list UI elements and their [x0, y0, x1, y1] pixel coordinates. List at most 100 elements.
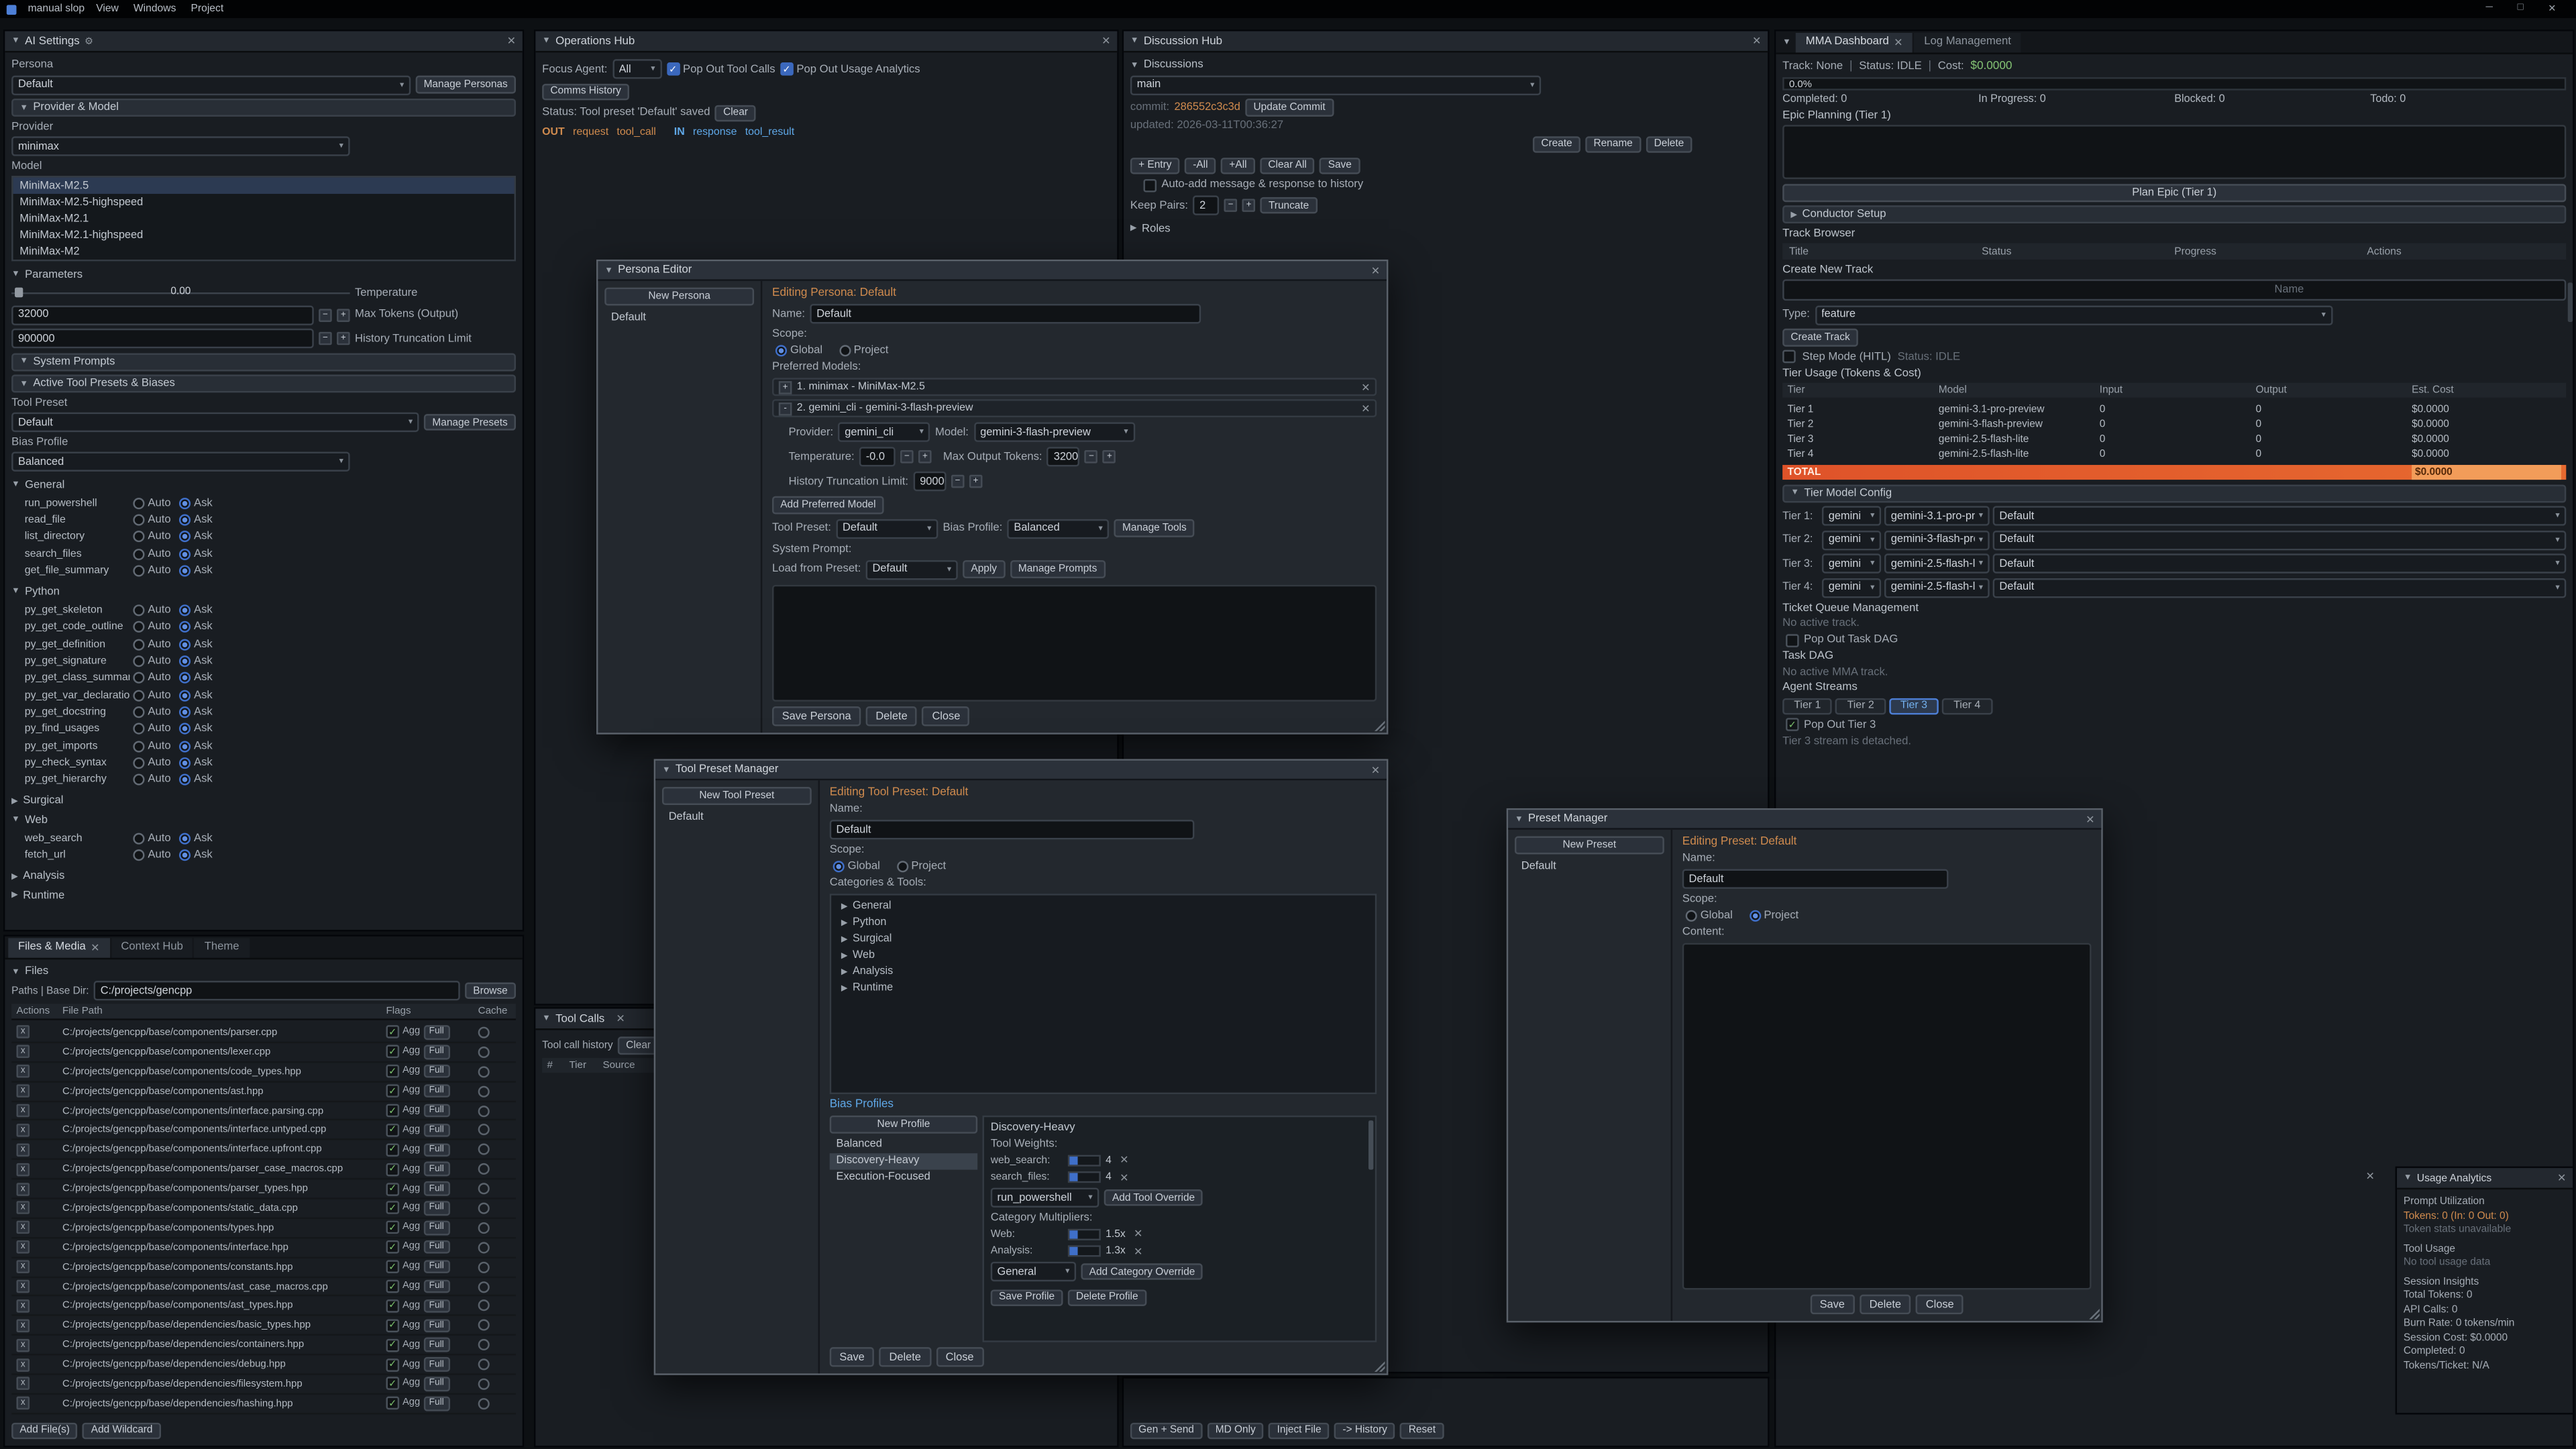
- hidden-panel-close-icon[interactable]: ✕: [2366, 1170, 2375, 1183]
- auto-add-checkbox[interactable]: [1143, 178, 1157, 192]
- cache-indicator[interactable]: [478, 1242, 490, 1253]
- menu-item[interactable]: View: [96, 3, 119, 15]
- collapse-icon[interactable]: ▼: [604, 266, 613, 276]
- auto-option[interactable]: Auto: [133, 757, 176, 768]
- bias-profile-select[interactable]: Balanced▾: [1008, 519, 1110, 538]
- tool-override-select[interactable]: run_powershell▾: [991, 1188, 1099, 1208]
- bias-profile-item[interactable]: Discovery-Heavy: [830, 1152, 977, 1169]
- agg-checkbox[interactable]: ✓: [386, 1065, 400, 1078]
- remove-icon[interactable]: ✕: [1120, 1153, 1128, 1167]
- close-icon[interactable]: ✕: [507, 34, 516, 48]
- category-node[interactable]: ▶Surgical: [835, 932, 1372, 947]
- add-files-button[interactable]: Add File(s): [11, 1422, 78, 1440]
- add-preferred-model-button[interactable]: Add Preferred Model: [772, 496, 884, 514]
- model-option[interactable]: MiniMax-M2.5-highspeed: [13, 194, 515, 210]
- ask-option[interactable]: Ask: [179, 706, 222, 718]
- manage-presets-button[interactable]: Manage Presets: [424, 414, 516, 431]
- update-commit-button[interactable]: Update Commit: [1245, 99, 1334, 116]
- step-mode-checkbox[interactable]: [1782, 350, 1796, 364]
- close-button[interactable]: Close: [922, 706, 970, 726]
- active-presets-section[interactable]: ▼Active Tool Presets & Biases: [11, 374, 516, 392]
- tier-model-config-section[interactable]: ▼Tier Model Config: [1782, 484, 2566, 502]
- legend-tool-result[interactable]: tool_result: [745, 125, 794, 137]
- agg-checkbox[interactable]: ✓: [386, 1045, 400, 1059]
- decrement-button[interactable]: −: [319, 308, 332, 321]
- full-button[interactable]: Full: [423, 1338, 449, 1352]
- scope-global-radio[interactable]: Global: [833, 861, 880, 872]
- agg-checkbox[interactable]: ✓: [386, 1085, 400, 1098]
- agg-checkbox[interactable]: ✓: [386, 1124, 400, 1137]
- new-tool-preset-button[interactable]: New Tool Preset: [662, 787, 812, 804]
- persona-name-input[interactable]: Default: [810, 304, 1201, 323]
- discussion-entry-button[interactable]: -All: [1185, 157, 1216, 174]
- category-node[interactable]: ▶General: [835, 899, 1372, 914]
- close-icon[interactable]: ✕: [2086, 812, 2094, 826]
- auto-option[interactable]: Auto: [133, 497, 176, 508]
- conductor-setup-section[interactable]: ▶Conductor Setup: [1782, 205, 2566, 223]
- agg-checkbox[interactable]: ✓: [386, 1241, 400, 1254]
- delete-button[interactable]: Delete: [1860, 1295, 1911, 1314]
- full-button[interactable]: Full: [423, 1397, 449, 1411]
- close-icon[interactable]: ✕: [91, 941, 99, 955]
- cache-indicator[interactable]: [478, 1379, 490, 1390]
- tool-preset-select[interactable]: Default▾: [11, 413, 419, 432]
- ask-option[interactable]: Ask: [179, 690, 222, 701]
- tab-context-hub[interactable]: Context Hub: [111, 937, 193, 958]
- full-button[interactable]: Full: [423, 1358, 449, 1372]
- ask-option[interactable]: Ask: [179, 672, 222, 684]
- tier-model-select[interactable]: gemini-2.5-flash-lite▾: [1884, 578, 1990, 597]
- delete-persona-button[interactable]: Delete: [866, 706, 918, 726]
- pop-out-tier3-checkbox[interactable]: ✓: [1786, 718, 1799, 731]
- close-icon[interactable]: ✕: [1371, 264, 1380, 277]
- remove-file-button[interactable]: x: [16, 1045, 30, 1059]
- multiplier-slider[interactable]: [1068, 1245, 1101, 1256]
- ask-option[interactable]: Ask: [179, 548, 222, 559]
- decrement-button[interactable]: −: [319, 332, 332, 345]
- cache-indicator[interactable]: [478, 1046, 490, 1058]
- remove-file-button[interactable]: x: [16, 1299, 30, 1313]
- ask-option[interactable]: Ask: [179, 833, 222, 844]
- remove-file-button[interactable]: x: [16, 1163, 30, 1176]
- pop-out-task-dag-checkbox[interactable]: [1786, 633, 1799, 647]
- provider-select[interactable]: minimax▾: [11, 136, 350, 156]
- auto-option[interactable]: Auto: [133, 622, 176, 633]
- remove-file-button[interactable]: x: [16, 1260, 30, 1274]
- legend-out[interactable]: OUT: [542, 125, 565, 137]
- cache-indicator[interactable]: [478, 1183, 490, 1194]
- composer-button[interactable]: Reset: [1400, 1422, 1444, 1440]
- auto-option[interactable]: Auto: [133, 723, 176, 735]
- close-icon[interactable]: ✕: [2557, 1171, 2566, 1185]
- preset-content-textarea[interactable]: [1682, 943, 2092, 1290]
- auto-option[interactable]: Auto: [133, 672, 176, 684]
- cache-indicator[interactable]: [478, 1066, 490, 1077]
- tier-model-select[interactable]: gemini-3-flash-preview▾: [1884, 530, 1990, 549]
- clear-tool-calls-button[interactable]: Clear: [618, 1036, 659, 1054]
- add-wildcard-button[interactable]: Add Wildcard: [83, 1422, 161, 1440]
- delete-button[interactable]: Delete: [879, 1347, 931, 1366]
- full-button[interactable]: Full: [423, 1123, 449, 1137]
- collapse-icon[interactable]: ▼: [1782, 37, 1791, 47]
- expand-toggle[interactable]: +: [779, 380, 792, 394]
- group-python[interactable]: ▼Python: [11, 586, 516, 598]
- menu-item[interactable]: Project: [191, 3, 223, 15]
- full-button[interactable]: Full: [423, 1279, 449, 1293]
- discussion-select[interactable]: main▾: [1130, 74, 1541, 94]
- scope-project-radio[interactable]: Project: [1749, 910, 1799, 922]
- tier-preset-select[interactable]: Default▾: [1993, 530, 2567, 549]
- history-limit-input[interactable]: 900000: [913, 472, 946, 491]
- remove-file-button[interactable]: x: [16, 1358, 30, 1371]
- agg-checkbox[interactable]: ✓: [386, 1143, 400, 1157]
- resize-grip[interactable]: [2088, 1307, 2100, 1319]
- pop-out-usage-analytics-checkbox[interactable]: ✓Pop Out Usage Analytics: [780, 62, 920, 76]
- cache-indicator[interactable]: [478, 1339, 490, 1350]
- tool-preset-name-input[interactable]: Default: [830, 820, 1195, 839]
- save-persona-button[interactable]: Save Persona: [772, 706, 861, 726]
- full-button[interactable]: Full: [423, 1104, 449, 1118]
- remove-file-button[interactable]: x: [16, 1338, 30, 1352]
- save-button[interactable]: Save: [1810, 1295, 1855, 1314]
- auto-option[interactable]: Auto: [133, 690, 176, 701]
- cache-indicator[interactable]: [478, 1203, 490, 1214]
- track-type-select[interactable]: feature▾: [1815, 305, 2332, 324]
- weight-slider[interactable]: [1068, 1154, 1101, 1165]
- composer-button[interactable]: Inject File: [1269, 1422, 1329, 1440]
